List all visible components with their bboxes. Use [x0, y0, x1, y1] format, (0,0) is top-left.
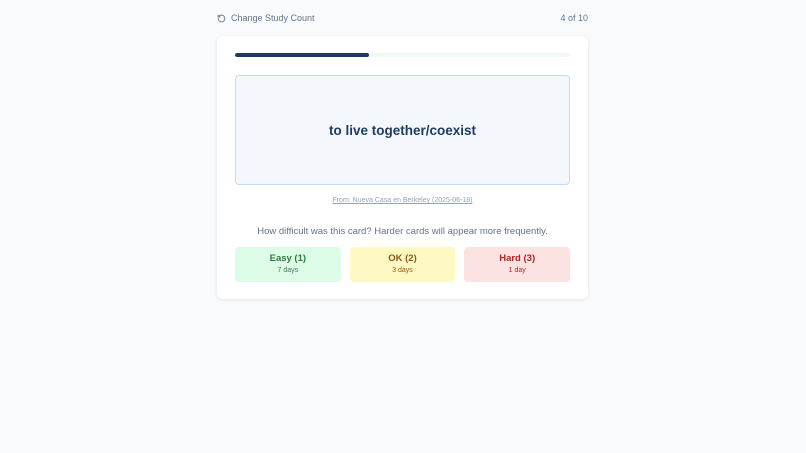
top-bar: Change Study Count 4 of 10 [217, 10, 588, 26]
easy-interval: 7 days [277, 267, 299, 274]
ok-interval: 3 days [392, 267, 413, 274]
difficulty-question: How difficult was this card? Harder card… [257, 226, 548, 237]
hard-button[interactable]: Hard (3) 1 day [464, 247, 571, 282]
progress-bar [235, 53, 570, 57]
ok-button[interactable]: OK (2) 3 days [349, 247, 456, 282]
easy-label: Easy (1) [269, 253, 307, 264]
progress-bar-fill [235, 53, 369, 57]
hard-interval: 1 day [508, 267, 526, 274]
study-card-panel: to live together/coexist From: Nueva Cas… [217, 36, 588, 299]
card-source-link[interactable]: From: Nueva Casa en Berkeley (2025-06-18… [217, 197, 588, 204]
hard-label: Hard (3) [499, 253, 536, 264]
flashcard-text: to live together/coexist [328, 122, 477, 138]
rating-buttons: Easy (1) 7 days OK (2) 3 days Hard (3) 1… [235, 247, 571, 282]
ok-label: OK (2) [388, 253, 417, 264]
easy-button[interactable]: Easy (1) 7 days [235, 247, 341, 282]
flashcard[interactable]: to live together/coexist [235, 75, 570, 185]
change-study-count-button[interactable]: Change Study Count [217, 13, 315, 23]
progress-counter: 4 of 10 [560, 13, 588, 23]
change-study-count-label: Change Study Count [231, 13, 315, 23]
refresh-icon [217, 14, 226, 23]
study-page: Change Study Count 4 of 10 to live toget… [0, 0, 806, 453]
